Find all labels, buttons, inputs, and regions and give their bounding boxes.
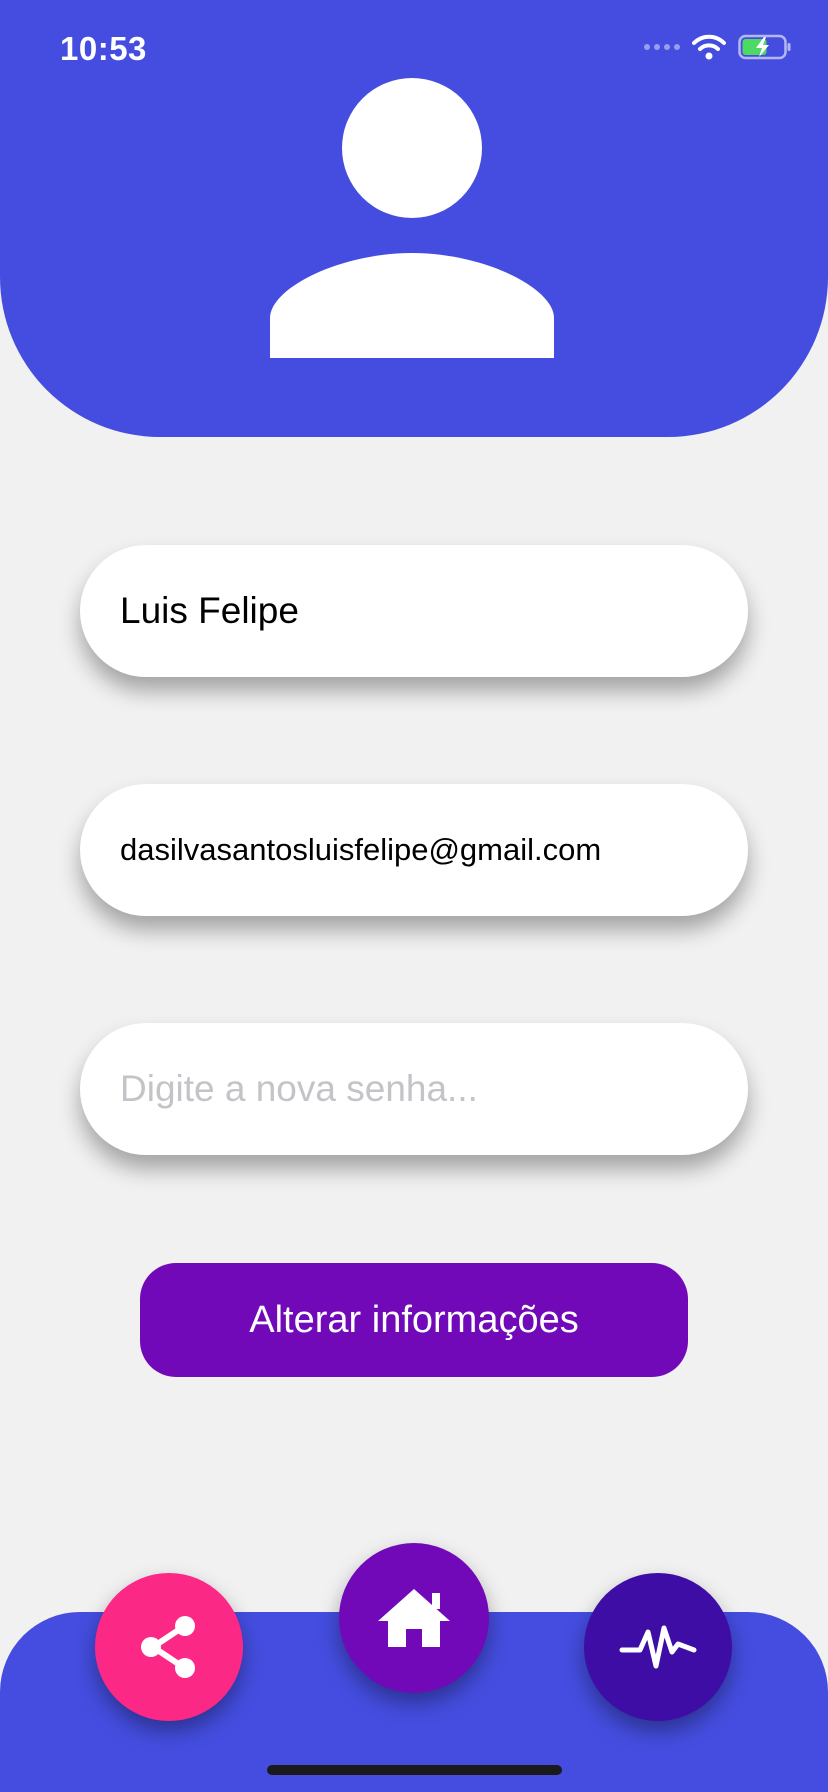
signal-dots-icon xyxy=(644,44,680,50)
update-info-button-label: Alterar informações xyxy=(249,1298,579,1341)
home-icon xyxy=(378,1589,450,1647)
person-icon xyxy=(270,78,554,358)
home-indicator[interactable] xyxy=(267,1765,562,1775)
share-button[interactable] xyxy=(95,1573,243,1721)
home-button[interactable] xyxy=(339,1543,489,1693)
activity-button[interactable] xyxy=(584,1573,732,1721)
password-field-placeholder: Digite a nova senha... xyxy=(120,1068,478,1109)
status-time: 10:53 xyxy=(60,30,147,67)
password-field[interactable]: Digite a nova senha... xyxy=(80,1023,748,1155)
update-info-button[interactable]: Alterar informações xyxy=(140,1263,688,1377)
name-field-value: Luis Felipe xyxy=(120,590,299,631)
battery-charging-icon xyxy=(738,34,791,60)
profile-header: 10:53 xyxy=(0,0,828,437)
wifi-icon xyxy=(692,34,726,60)
status-icons xyxy=(644,34,792,60)
name-field[interactable]: Luis Felipe xyxy=(80,545,748,677)
activity-icon xyxy=(619,1625,697,1669)
share-icon xyxy=(141,1616,195,1678)
email-field-value: dasilvasantosluisfelipe@gmail.com xyxy=(120,832,602,867)
email-field[interactable]: dasilvasantosluisfelipe@gmail.com xyxy=(80,784,748,916)
